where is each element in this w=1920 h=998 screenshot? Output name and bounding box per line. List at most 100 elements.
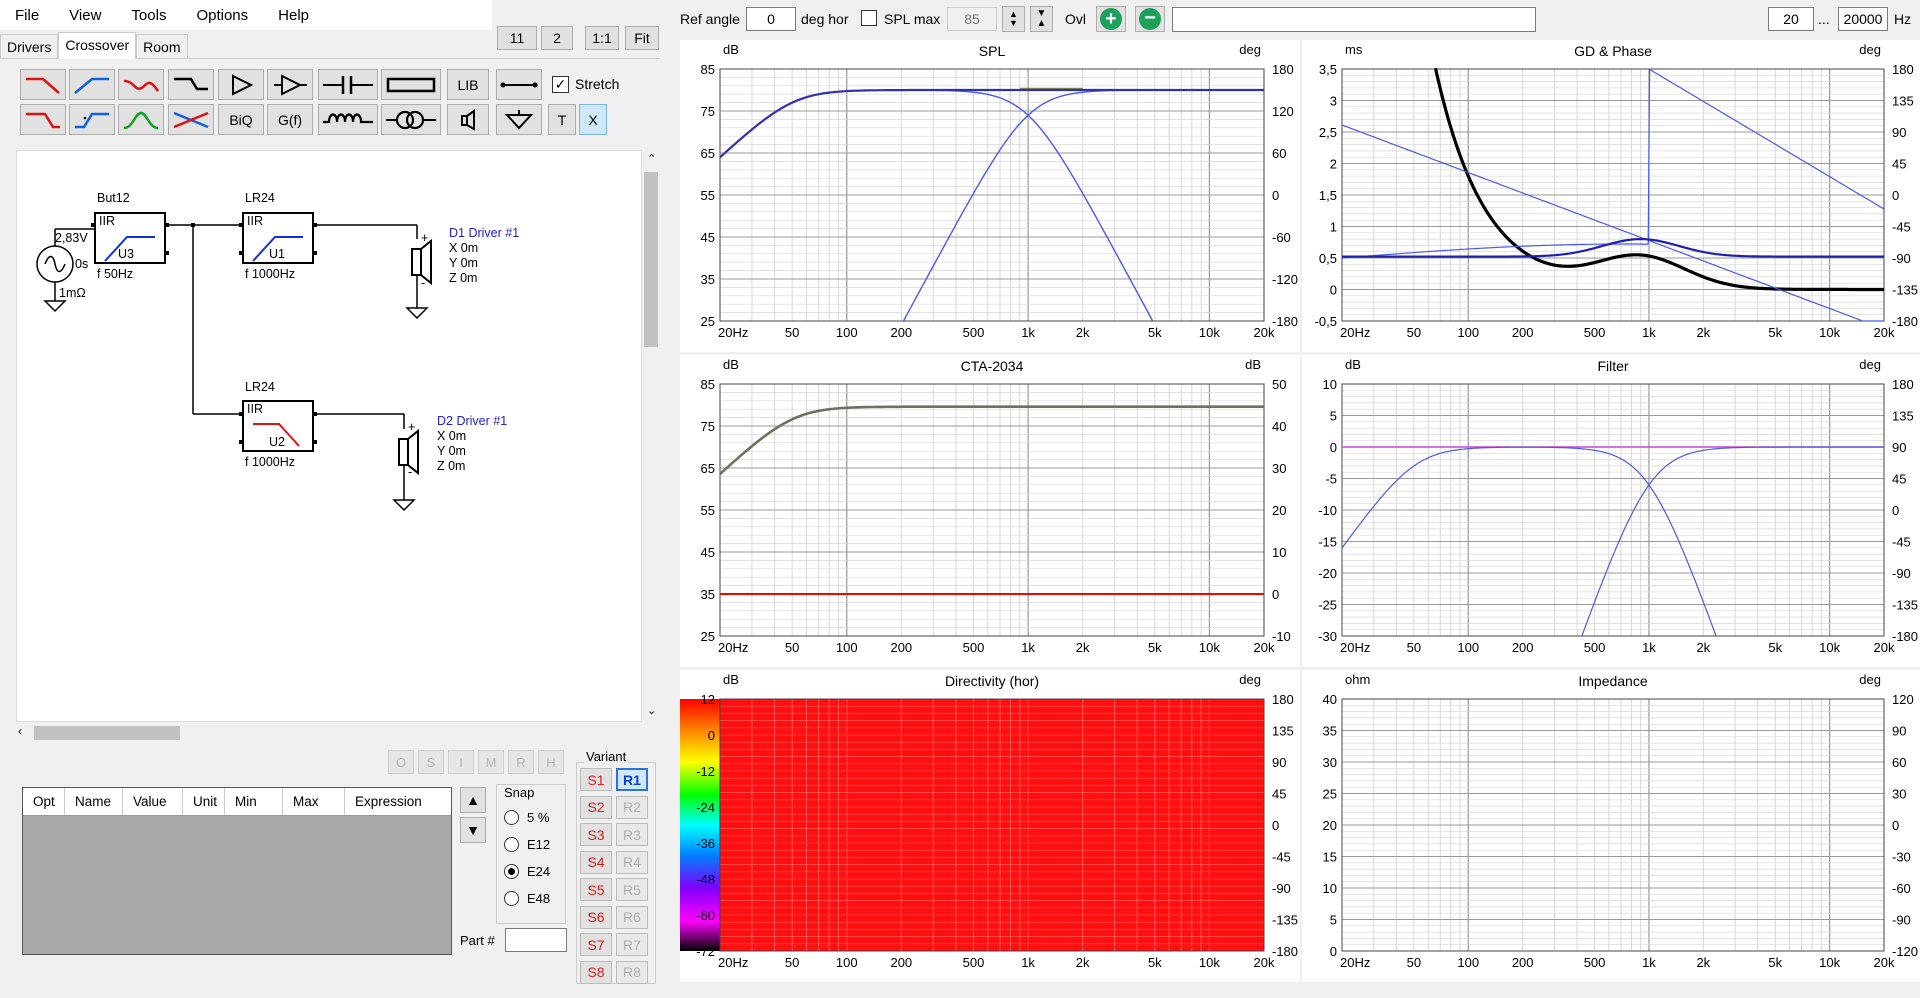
chart-spl[interactable]: SPL dB deg 85 75 65 55 45 35 25 180 120 60 0 -60 -120 -1… <box>680 40 1300 352</box>
col-max[interactable]: Max <box>283 788 345 815</box>
col-name[interactable]: Name <box>65 788 123 815</box>
variant-r1-button[interactable]: R1 <box>616 768 648 791</box>
ground-icon[interactable] <box>496 104 542 135</box>
transfer-function-button[interactable]: G(f) <box>267 104 313 135</box>
spl-max-input[interactable]: 85 <box>947 7 997 31</box>
snap-e12[interactable]: E12 <box>504 837 550 852</box>
variant-r4-button[interactable]: R4 <box>616 850 648 874</box>
snap-e24[interactable]: E24 <box>504 864 550 879</box>
menu-options[interactable]: Options <box>181 7 263 24</box>
variant-s2-button[interactable]: S2 <box>580 795 612 819</box>
col-value[interactable]: Value <box>123 788 183 815</box>
capacitor-icon[interactable] <box>318 69 378 100</box>
menu-tools[interactable]: Tools <box>116 7 181 24</box>
move-up-button[interactable]: ▲ <box>460 787 486 813</box>
spl-max-checkbox[interactable] <box>861 10 877 26</box>
library-button[interactable]: LIB <box>447 69 489 100</box>
ref-angle-input[interactable]: 0 <box>746 7 796 31</box>
chart-imp[interactable]: Impedance ohm deg 40 35 30 25 20 15 10 5 0 120 90 60 30… <box>1302 670 1920 982</box>
variant-r7-button[interactable]: R7 <box>616 933 648 956</box>
variant-s5-button[interactable]: S5 <box>580 878 612 901</box>
schematic-vertical-scrollbar[interactable]: ⌃ ⌄ <box>642 150 660 722</box>
spl-max-spinner[interactable]: ▲ ▼ <box>1002 6 1025 32</box>
shelf-tool[interactable] <box>168 69 214 100</box>
freq-max-input[interactable]: 20000 <box>1838 7 1888 31</box>
scroll-left-icon[interactable]: ‹ <box>18 724 22 738</box>
layer-i-button[interactable]: I <box>448 750 474 774</box>
menu-view[interactable]: View <box>54 7 116 24</box>
lowpass-1st-tool-red[interactable] <box>20 104 66 135</box>
y2-tick-label: 20 <box>1272 503 1286 518</box>
fit-range-button[interactable]: ▼ ▲ <box>1030 6 1053 32</box>
fit-button[interactable]: Fit <box>625 26 659 50</box>
variant-s4-button[interactable]: S4 <box>580 850 612 874</box>
layer-m-button[interactable]: M <box>478 750 504 774</box>
wire-icon[interactable] <box>496 69 542 100</box>
zoom-11-button[interactable]: 11 <box>497 26 537 50</box>
col-unit[interactable]: Unit <box>183 788 225 815</box>
lowpass-tool-red[interactable] <box>20 69 66 100</box>
zoom-1-1-button[interactable]: 1:1 <box>585 26 619 50</box>
tab-room[interactable]: Room <box>136 34 188 58</box>
variant-s8-button[interactable]: S8 <box>580 960 612 984</box>
biquad-button[interactable]: BiQ <box>218 104 264 135</box>
delete-tool-button[interactable]: X <box>579 104 607 135</box>
inductor-icon[interactable] <box>318 104 378 135</box>
scroll-up-icon[interactable]: ⌃ <box>647 152 656 165</box>
freq-min-input[interactable]: 20 <box>1768 7 1814 31</box>
layer-h-button[interactable]: H <box>538 750 564 774</box>
speaker-icon[interactable] <box>447 104 489 135</box>
variant-r3-button[interactable]: R3 <box>616 823 648 846</box>
menu-file[interactable]: File <box>0 7 54 24</box>
zoom-2-button[interactable]: 2 <box>541 26 573 50</box>
chart-gd[interactable]: GD & Phase ms deg 3,5 3 2,5 2 1,5 1 0,5 0 -0,5 180 13… <box>1302 40 1920 352</box>
variant-r6-button[interactable]: R6 <box>616 905 648 929</box>
horizontal-scroll-thumb[interactable] <box>34 726 180 740</box>
scroll-down-icon[interactable]: ⌄ <box>647 704 656 717</box>
variant-s1-button[interactable]: S1 <box>580 768 612 791</box>
transformer-icon[interactable] <box>381 104 441 135</box>
text-tool-button[interactable]: T <box>548 104 576 135</box>
menu-help[interactable]: Help <box>263 7 324 24</box>
snap-5pct[interactable]: 5 % <box>504 810 549 825</box>
variant-s6-button[interactable]: S6 <box>580 905 612 929</box>
overlay-name-input[interactable] <box>1172 7 1536 32</box>
add-overlay-button[interactable]: + <box>1096 6 1126 32</box>
chart-dir[interactable]: Directivity (hor) dB deg 12 0 -12 -24 -36 -48 -60… <box>680 670 1300 982</box>
x-tick-label: 5k <box>1148 640 1162 655</box>
parameter-table[interactable]: Opt Name Value Unit Min Max Expression <box>22 787 452 955</box>
schematic-horizontal-scrollbar[interactable]: ‹ <box>16 722 642 744</box>
col-expression[interactable]: Expression <box>345 788 451 815</box>
part-number-input[interactable] <box>505 928 567 952</box>
col-opt[interactable]: Opt <box>23 788 65 815</box>
variant-r2-button[interactable]: R2 <box>616 795 648 819</box>
chart-filter[interactable]: Filter dB deg 10 5 0 -5 -10 -15 -20 -25 -30 180 135 90… <box>1302 355 1920 667</box>
variant-r5-button[interactable]: R5 <box>616 878 648 901</box>
move-down-button[interactable]: ▼ <box>460 817 486 843</box>
highpass-tool-blue[interactable] <box>69 69 115 100</box>
buffer-icon[interactable] <box>267 69 313 100</box>
tab-crossover[interactable]: Crossover <box>58 32 137 59</box>
tab-drivers[interactable]: Drivers <box>0 34 59 58</box>
schematic-canvas[interactable]: But12 IIR U3 f 50Hz 2,83V 0s 1mΩ LR24 II… <box>16 150 642 722</box>
bandpass-tool-green[interactable] <box>118 104 164 135</box>
layer-r-button[interactable]: R <box>508 750 534 774</box>
vertical-scroll-thumb[interactable] <box>644 172 658 347</box>
remove-overlay-button[interactable]: − <box>1135 6 1165 32</box>
resistor-icon[interactable] <box>381 69 441 100</box>
col-min[interactable]: Min <box>225 788 283 815</box>
variant-s7-button[interactable]: S7 <box>580 933 612 956</box>
layer-o-button[interactable]: O <box>388 750 414 774</box>
amplifier-icon[interactable] <box>218 69 264 100</box>
chart-cta[interactable]: CTA-2034 dB dB 85 75 65 55 45 35 25 50 40 30 20 10 0 -10… <box>680 355 1300 667</box>
variant-r8-button[interactable]: R8 <box>616 960 648 984</box>
highpass-1st-tool-blue[interactable] <box>69 104 115 135</box>
allpass-tool[interactable] <box>168 104 214 135</box>
peaking-tool-red[interactable] <box>118 69 164 100</box>
layer-s-button[interactable]: S <box>418 750 444 774</box>
stretch-checkbox[interactable]: ✓ <box>552 76 569 93</box>
snap-e48[interactable]: E48 <box>504 891 550 906</box>
variant-s3-button[interactable]: S3 <box>580 823 612 846</box>
driver-d2-name[interactable]: D2 Driver #1 <box>437 414 507 428</box>
driver-d1-name[interactable]: D1 Driver #1 <box>449 226 519 240</box>
